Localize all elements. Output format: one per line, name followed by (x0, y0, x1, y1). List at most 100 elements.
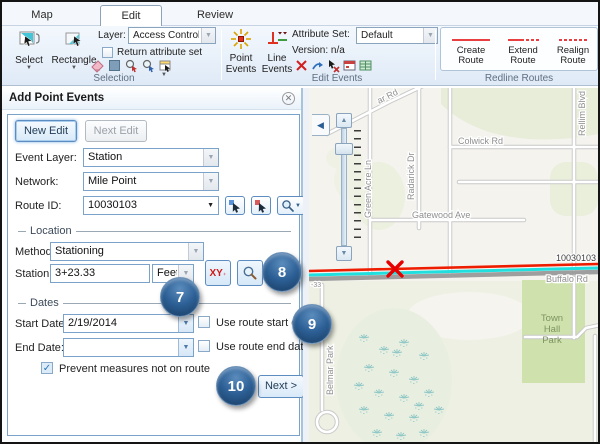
tab-map[interactable]: Map (16, 5, 68, 26)
attribute-window-icon[interactable] (158, 58, 173, 73)
network-value: Mile Point (88, 173, 202, 190)
fill-selection-icon[interactable] (107, 58, 122, 73)
delete-event-icon[interactable] (294, 58, 309, 73)
application-window: Map Edit Review Select ▼ (0, 0, 600, 444)
line-events-button[interactable]: Line Events (260, 28, 294, 75)
edit-events-group-label: Edit Events (242, 73, 432, 84)
layer-value: Access Control (133, 28, 199, 43)
point-events-icon (230, 42, 252, 53)
road-label: Radarick Dr (406, 152, 416, 200)
map-view[interactable]: ar Rd Green Acre Ln Radarick Dr Colwick … (309, 88, 598, 442)
event-form-icon[interactable] (342, 58, 357, 73)
chevron-down-icon[interactable]: ▼ (178, 315, 193, 332)
tab-edit[interactable]: Edit (100, 5, 162, 27)
select-icon (17, 44, 41, 55)
next-button[interactable]: Next > (258, 375, 304, 398)
panel-body: New Edit Next Edit Event Layer: Station … (7, 114, 300, 436)
start-date-input[interactable]: 2/19/2014 ▼ (63, 314, 194, 333)
panel-header: Add Point Events ✕ (2, 88, 301, 110)
close-icon[interactable]: ✕ (282, 92, 295, 105)
group-separator (221, 30, 222, 80)
chevron-down-icon[interactable]: ▼ (188, 243, 203, 260)
route-id-combo[interactable]: 10030103 ▼ (83, 196, 219, 215)
network-select[interactable]: Mile Point ▼ (83, 172, 219, 191)
zoom-next-selected-icon[interactable] (141, 58, 156, 73)
svg-text:Hall: Hall (544, 324, 560, 335)
location-section-legend: Location (18, 225, 291, 237)
create-route-button[interactable]: Create Route (445, 34, 497, 66)
tab-review[interactable]: Review (184, 5, 246, 26)
road-label: Gatewood Ave (412, 210, 470, 220)
use-route-end-date-label: Use route end date (216, 341, 310, 353)
clear-route-selection-button[interactable] (251, 196, 271, 215)
start-date-value: 2/19/2014 (68, 315, 177, 332)
station-input[interactable]: 3+23.33 (50, 264, 150, 283)
callout-7: 7 (160, 277, 200, 317)
add-point-events-panel: Add Point Events ✕ New Edit Next Edit Ev… (2, 88, 303, 442)
zoom-slider-ticks (354, 130, 361, 244)
town-hall-park-label: Town Hall Park (541, 313, 563, 346)
new-edit-button[interactable]: New Edit (15, 120, 77, 142)
route-locator-menu-button[interactable]: ▼ (277, 196, 305, 215)
svg-text:Park: Park (542, 335, 562, 346)
road-label: Colwick Rd (458, 136, 503, 146)
route-id-value: 10030103 (88, 197, 202, 214)
end-date-label: End Date: (15, 342, 64, 354)
clear-selection-icon[interactable] (90, 58, 105, 73)
event-layer-value: Station (88, 149, 202, 166)
magnifier-icon (242, 265, 258, 281)
selection-group-label: Selection (10, 73, 218, 84)
point-events-button[interactable]: Point Events (224, 28, 258, 75)
road-label: Green Acre Ln (363, 160, 373, 218)
realign-route-button[interactable]: Realign Route (549, 34, 597, 66)
magnifier-icon (281, 199, 295, 213)
extend-route-button[interactable]: Extend Route (497, 34, 549, 66)
chevron-down-icon: ▼ (295, 203, 301, 209)
end-date-input[interactable]: ▼ (63, 338, 194, 357)
collapse-panel-button[interactable]: ◀ (312, 114, 330, 136)
create-route-label: Create Route (445, 46, 497, 66)
station-value: 3+23.33 (55, 265, 145, 282)
method-select[interactable]: Stationing ▼ (50, 242, 204, 261)
layer-select[interactable]: Access Control ▼ (128, 27, 216, 44)
chevron-down-icon[interactable]: ▼ (201, 28, 215, 43)
attribute-set-value: Default (361, 28, 421, 43)
xy-coordinates-button[interactable]: XY₊ (205, 260, 231, 286)
select-button[interactable]: Select ▼ (8, 28, 50, 71)
zoom-to-selection-icon[interactable] (124, 58, 139, 73)
return-attribute-set-checkbox[interactable] (102, 47, 113, 58)
xy-icon: XY (209, 268, 222, 279)
zoom-out-button[interactable]: ▼ (336, 246, 352, 261)
version-label: Version: n/a (292, 45, 345, 56)
use-route-start-date-checkbox[interactable] (198, 316, 210, 328)
station-tick-label: -33 (311, 282, 321, 289)
svg-text:Town: Town (541, 313, 563, 324)
redline-routes-box: Create Route Extend Route Realign Route (440, 27, 598, 71)
road-label: Buffalo Rd (546, 274, 588, 284)
zoom-in-button[interactable]: ▲ (336, 113, 352, 128)
map-canvas[interactable]: ar Rd Green Acre Ln Radarick Dr Colwick … (309, 88, 598, 442)
chevron-down-icon[interactable]: ▼ (203, 149, 218, 166)
next-edit-button[interactable]: Next Edit (85, 120, 147, 142)
group-separator (435, 30, 436, 80)
callout-10: 10 (216, 366, 256, 406)
event-layer-select[interactable]: Station ▼ (83, 148, 219, 167)
dates-section-legend: Dates (18, 297, 291, 309)
ribbon-tab-strip: Map Edit Review (2, 2, 598, 26)
event-table-icon[interactable] (358, 58, 373, 73)
return-attribute-set-label: Return attribute set (117, 47, 202, 58)
chevron-down-icon[interactable]: ▼ (178, 339, 193, 356)
chevron-down-icon[interactable]: ▼ (207, 197, 214, 214)
merge-events-icon[interactable] (310, 58, 325, 73)
zoom-slider-handle[interactable] (335, 143, 353, 155)
attribute-set-select[interactable]: Default ▼ (356, 27, 438, 44)
split-event-icon[interactable] (326, 58, 341, 73)
route-id-label: Route ID: (15, 200, 61, 212)
locate-station-button[interactable] (237, 260, 263, 286)
select-route-on-map-button[interactable] (225, 196, 245, 215)
method-label: Method: (15, 246, 55, 258)
chevron-down-icon[interactable]: ▼ (203, 173, 218, 190)
use-route-end-date-checkbox[interactable] (198, 340, 210, 352)
ribbon: Select ▼ Rectangle ▼ Layer: Access Contr… (2, 26, 598, 86)
prevent-measures-checkbox[interactable]: ✓ (41, 362, 53, 374)
